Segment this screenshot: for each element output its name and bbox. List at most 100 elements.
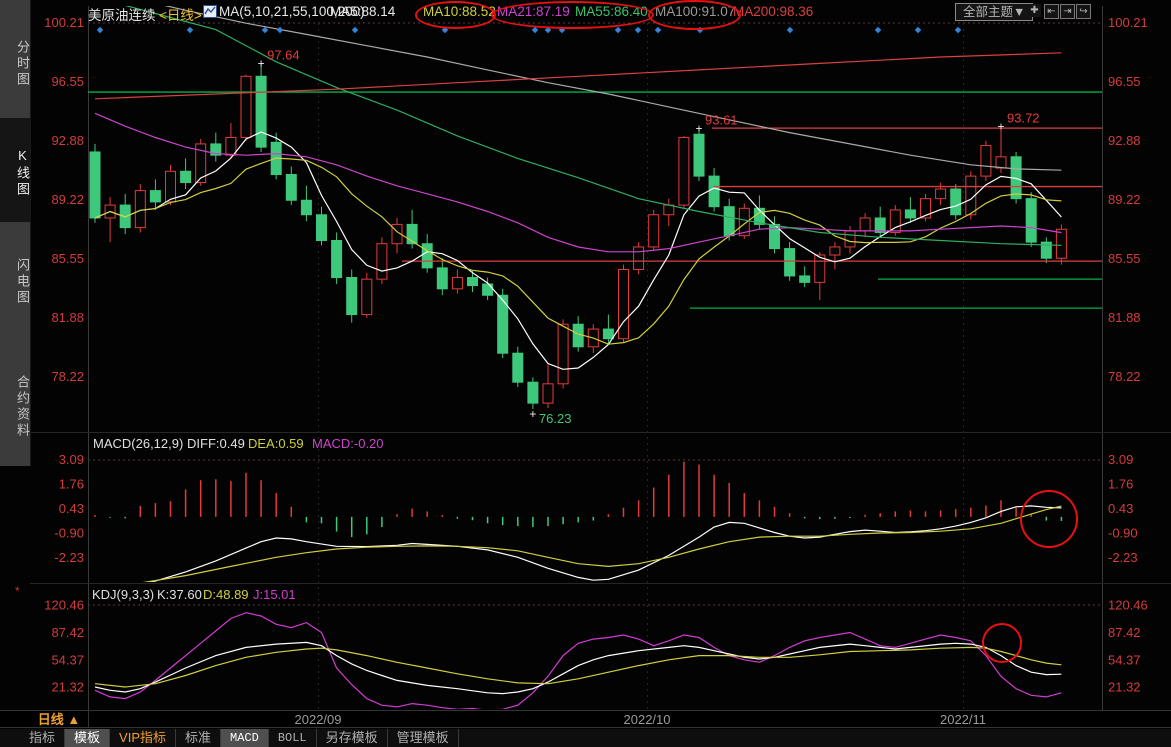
- price-extreme-label: 93.61: [705, 112, 738, 127]
- y-axis-label: 120.46: [44, 598, 84, 613]
- y-axis-label: 92.88: [51, 133, 84, 148]
- sidebar-item-2[interactable]: K线图: [0, 118, 30, 222]
- y-axis-label: 21.32: [1108, 680, 1141, 695]
- candle-down: [905, 210, 915, 218]
- extreme-cross-marker: +: [529, 407, 536, 421]
- candle-up: [166, 171, 176, 202]
- event-diamond-marker[interactable]: [955, 27, 962, 34]
- event-diamond-marker[interactable]: [97, 27, 104, 34]
- y-axis-label: 54.37: [51, 652, 84, 667]
- y-axis-label: 100.21: [1108, 15, 1148, 30]
- y-axis-label: 81.88: [1108, 310, 1141, 325]
- macd-value: MACD:-0.20: [312, 436, 384, 451]
- candle-up: [664, 205, 674, 215]
- y-axis-label: 21.32: [51, 680, 84, 695]
- candle-up: [830, 247, 840, 255]
- candle-up: [1056, 229, 1066, 258]
- kdj-d-line: [95, 647, 1061, 687]
- event-diamond-marker[interactable]: [635, 27, 642, 34]
- extreme-cross-marker: +: [258, 56, 265, 70]
- extreme-cross-marker: +: [997, 119, 1004, 133]
- sidebar-item-4[interactable]: 合约资料: [0, 340, 30, 468]
- price-extreme-label: 93.72: [1007, 110, 1040, 125]
- ma-overlays: [95, 0, 1061, 369]
- candle-down: [800, 276, 810, 282]
- event-diamond-marker[interactable]: [545, 27, 552, 34]
- ma-value-label: MA21:87.19: [497, 4, 570, 19]
- chart-tool-icon[interactable]: ✚: [1028, 4, 1041, 17]
- chart-tool-icon[interactable]: ⇤: [1044, 4, 1059, 19]
- y-axis-label: 0.43: [59, 501, 84, 516]
- x-axis-date-label: 2022/09: [295, 712, 342, 727]
- event-diamond-marker[interactable]: [915, 27, 922, 34]
- toolbar-tab-VIP指标[interactable]: VIP指标: [110, 729, 176, 747]
- y-axis-label: 0.43: [1108, 501, 1133, 516]
- chart-tool-icon[interactable]: ⇥: [1060, 4, 1075, 19]
- chart-canvas[interactable]: +97.64+76.23+93.61+93.72100.21100.2196.5…: [0, 0, 1171, 710]
- period-tag[interactable]: <日线>: [159, 4, 202, 24]
- candle-down: [1026, 199, 1036, 242]
- indicator-toolbar: 指标模板VIP指标标准MACDBOLL另存模板管理模板: [0, 729, 1171, 747]
- kdj-k-value: K:37.60: [157, 587, 202, 602]
- toolbar-tab-标准[interactable]: 标准: [176, 729, 221, 747]
- candle-up: [936, 189, 946, 199]
- candle-up: [815, 255, 825, 282]
- y-axis-label: 89.22: [1108, 192, 1141, 207]
- candle-up: [845, 231, 855, 247]
- y-axis-label: 3.09: [59, 452, 84, 467]
- candle-down: [256, 76, 266, 147]
- y-axis-label: -2.23: [54, 550, 84, 565]
- candle-down: [694, 134, 704, 176]
- event-diamond-marker[interactable]: [787, 27, 794, 34]
- toolbar-tab-MACD[interactable]: MACD: [221, 729, 269, 747]
- kdj-d-value: D:48.89: [203, 587, 249, 602]
- toolbar-tab-BOLL[interactable]: BOLL: [269, 729, 317, 747]
- macd-title: MACD(26,12,9): [93, 436, 183, 451]
- candle-down: [785, 249, 795, 276]
- event-diamond-marker[interactable]: [187, 27, 194, 34]
- period-selector[interactable]: 日线 ▲: [30, 711, 89, 728]
- y-axis-label: 85.55: [1108, 251, 1141, 266]
- candle-down: [422, 244, 432, 268]
- candle-up: [543, 384, 553, 403]
- toolbar-tab-管理模板[interactable]: 管理模板: [388, 729, 459, 747]
- y-axis-label: -0.90: [54, 525, 84, 540]
- candle-down: [483, 284, 493, 295]
- event-diamond-marker[interactable]: [559, 27, 566, 34]
- kdj-j-line: [95, 613, 1061, 710]
- ma-value-label: MA100:91.07: [655, 4, 735, 19]
- chart-type-icon[interactable]: [203, 5, 217, 21]
- candle-down: [468, 278, 478, 286]
- y-axis-label: 87.42: [1108, 625, 1141, 640]
- candle-down: [875, 218, 885, 232]
- y-axis-label: 85.55: [51, 251, 84, 266]
- candle-down: [724, 207, 734, 236]
- toolbar-tab-模板[interactable]: 模板: [65, 729, 110, 747]
- macd-diff-value: DIFF:0.49: [187, 436, 245, 451]
- event-diamond-marker[interactable]: [875, 27, 882, 34]
- event-diamond-marker[interactable]: [655, 27, 662, 34]
- kdj-title: KDJ(9,3,3): [92, 587, 154, 602]
- event-diamond-marker[interactable]: [442, 27, 449, 34]
- event-diamond-marker[interactable]: [352, 27, 359, 34]
- candle-up: [135, 191, 145, 228]
- y-axis-label: 120.46: [1108, 598, 1148, 613]
- event-diamond-marker[interactable]: [277, 27, 284, 34]
- event-diamond-marker[interactable]: [697, 27, 704, 34]
- ma-value-label: MA200:98.36: [733, 4, 813, 19]
- theme-dropdown-button[interactable]: 全部主题▼: [955, 3, 1033, 21]
- symbol-title: 美原油连续: [88, 4, 156, 24]
- event-diamond-marker[interactable]: [615, 27, 622, 34]
- candle-down: [150, 191, 160, 202]
- toolbar-tab-另存模板[interactable]: 另存模板: [317, 729, 388, 747]
- time-axis-row: 日线 ▲ 2022/092022/102022/11: [0, 710, 1171, 728]
- sidebar-item-1[interactable]: 分时图: [0, 10, 30, 112]
- left-sidebar: 分时图 K线图闪电图合约资料: [0, 0, 31, 466]
- sidebar-item-3[interactable]: 闪电图: [0, 228, 30, 330]
- candle-down: [347, 278, 357, 315]
- chart-tool-icon[interactable]: ↪: [1076, 4, 1091, 19]
- toolbar-tab-指标[interactable]: 指标: [20, 729, 65, 747]
- event-diamond-marker[interactable]: [532, 27, 539, 34]
- y-axis-label: 78.22: [1108, 369, 1141, 384]
- candle-up: [860, 218, 870, 231]
